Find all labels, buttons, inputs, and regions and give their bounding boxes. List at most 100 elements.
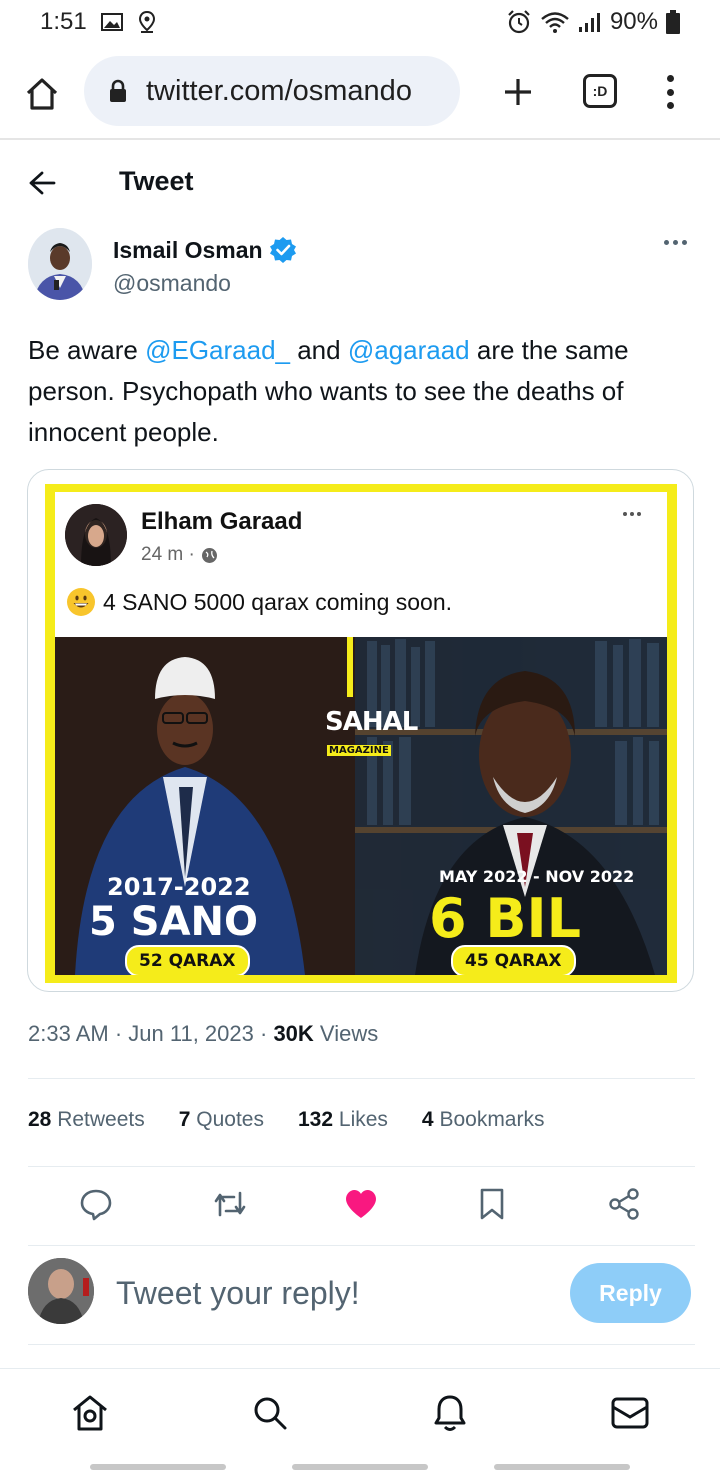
tweet-more-button[interactable] [664,240,687,245]
user-avatar[interactable] [28,1258,94,1324]
battery-icon [666,10,680,34]
quotes-stat[interactable]: 7 Quotes [179,1108,264,1132]
retweets-stat[interactable]: 28 Retweets [28,1108,145,1132]
mail-icon [611,1397,649,1429]
bell-icon [434,1395,466,1431]
wifi-icon [540,10,570,34]
bookmarks-label: Bookmarks [439,1108,545,1131]
views-count: 30K [273,1021,314,1046]
bookmark-action-button[interactable] [474,1186,510,1222]
bottom-nav [0,1368,720,1456]
embedded-post-more-icon [623,512,641,516]
location-icon [137,10,157,34]
dot [666,75,674,82]
tweet-header: Tweet [0,142,720,222]
tweet-text-part: and [290,335,348,365]
reply-action-button[interactable] [78,1186,114,1222]
heart-icon [346,1190,376,1218]
screenshot-frame: Elham Garaad 24 m · 4 SANO 5000 qarax co… [45,484,677,983]
embedded-post-header: Elham Garaad 24 m · 4 SANO 5000 qarax co… [55,492,667,637]
reply-input[interactable]: Tweet your reply! [116,1275,360,1312]
embedded-post-avatar [65,504,127,566]
lock-icon [108,79,128,103]
mention-link[interactable]: @agaraad [348,335,470,365]
divider [28,1166,695,1167]
reply-icon [80,1189,112,1221]
dot [666,102,674,109]
divider [28,1344,695,1345]
nav-messages[interactable] [610,1393,650,1433]
tweet-date: Jun 11, 2023 [128,1021,254,1046]
right-qarax-pill: 45 QARAX [451,945,576,975]
nav-search[interactable] [250,1393,290,1433]
embedded-post-name: Elham Garaad [141,508,303,535]
like-action-button[interactable] [343,1186,379,1222]
url-text: twitter.com/osmando [146,74,412,107]
reply-button[interactable]: Reply [570,1263,691,1323]
gesture-back[interactable] [494,1464,630,1470]
home-icon [26,78,58,110]
address-bar[interactable]: twitter.com/osmando [84,56,460,126]
embedded-post-time: 24 m · [141,544,218,566]
browser-menu-button[interactable] [660,72,680,112]
new-tab-button[interactable] [498,72,538,112]
mention-link[interactable]: @EGaraad_ [145,335,290,365]
clock: 1:51 [40,8,87,35]
embedded-photo: SAHAL MAGAZINE 2017-2022 5 SANO 52 QARAX… [55,637,667,975]
bookmarks-count: 4 [421,1108,434,1131]
nav-home[interactable] [70,1393,110,1433]
left-qarax-pill: 52 QARAX [125,945,250,975]
divider [28,1245,695,1246]
signal-icon [578,11,602,33]
dot [664,240,669,245]
share-action-button[interactable] [606,1186,642,1222]
retweets-count: 28 [28,1108,52,1131]
grinning-emoji-icon [67,588,95,616]
verified-badge-icon [269,236,297,264]
likes-count: 132 [298,1108,334,1131]
back-button[interactable] [28,168,60,198]
right-dates-label: MAY 2022 - NOV 2022 [439,867,635,886]
tweet-media[interactable]: Elham Garaad 24 m · 4 SANO 5000 qarax co… [27,469,694,992]
browser-toolbar: twitter.com/osmando :D [0,44,720,140]
tweet-stats: 28 Retweets 7 Quotes 132 Likes 4 Bookmar… [28,1108,578,1132]
dot [682,240,687,245]
back-arrow-icon [29,171,56,195]
status-bar: 1:51 90% [0,0,720,44]
embedded-post-text-content: 4 SANO 5000 qarax coming soon. [103,588,453,615]
magazine-brand-sub: MAGAZINE [327,745,391,756]
quotes-label: Quotes [196,1108,264,1131]
retweet-icon [214,1191,246,1217]
gesture-home[interactable] [292,1464,428,1470]
author-name[interactable]: Ismail Osman [113,236,297,264]
magazine-brand: SAHAL [325,707,418,737]
tweet-actions [0,1186,720,1226]
author-avatar[interactable] [28,228,92,300]
embedded-post-text: 4 SANO 5000 qarax coming soon. [67,588,452,616]
dot [673,240,678,245]
right-big-label: 6 BIL [429,887,582,950]
left-big-label: 5 SANO [89,899,259,945]
globe-icon [201,547,217,563]
bookmarks-stat[interactable]: 4 Bookmarks [422,1108,545,1132]
tweet-time: 2:33 AM [28,1021,109,1046]
alarm-icon [506,9,532,35]
browser-home-button[interactable] [22,74,62,114]
tweet-timestamp: 2:33 AM · Jun 11, 2023 · 30K Views [28,1021,379,1046]
nav-notifications[interactable] [430,1393,470,1433]
dot [666,88,674,96]
home-icon [73,1395,107,1431]
plus-icon [505,79,531,105]
likes-stat[interactable]: 132 Likes [298,1108,388,1132]
tab-switcher-button[interactable]: :D [583,74,617,108]
retweets-label: Retweets [57,1108,145,1131]
retweet-action-button[interactable] [212,1186,248,1222]
quotes-count: 7 [178,1108,191,1131]
share-icon [609,1188,639,1220]
views-label: Views [319,1021,379,1046]
bookmark-icon [480,1188,504,1220]
search-icon [254,1397,287,1430]
page-title: Tweet [119,166,194,196]
author-handle[interactable]: @osmando [113,270,231,297]
gesture-recent[interactable] [90,1464,226,1470]
